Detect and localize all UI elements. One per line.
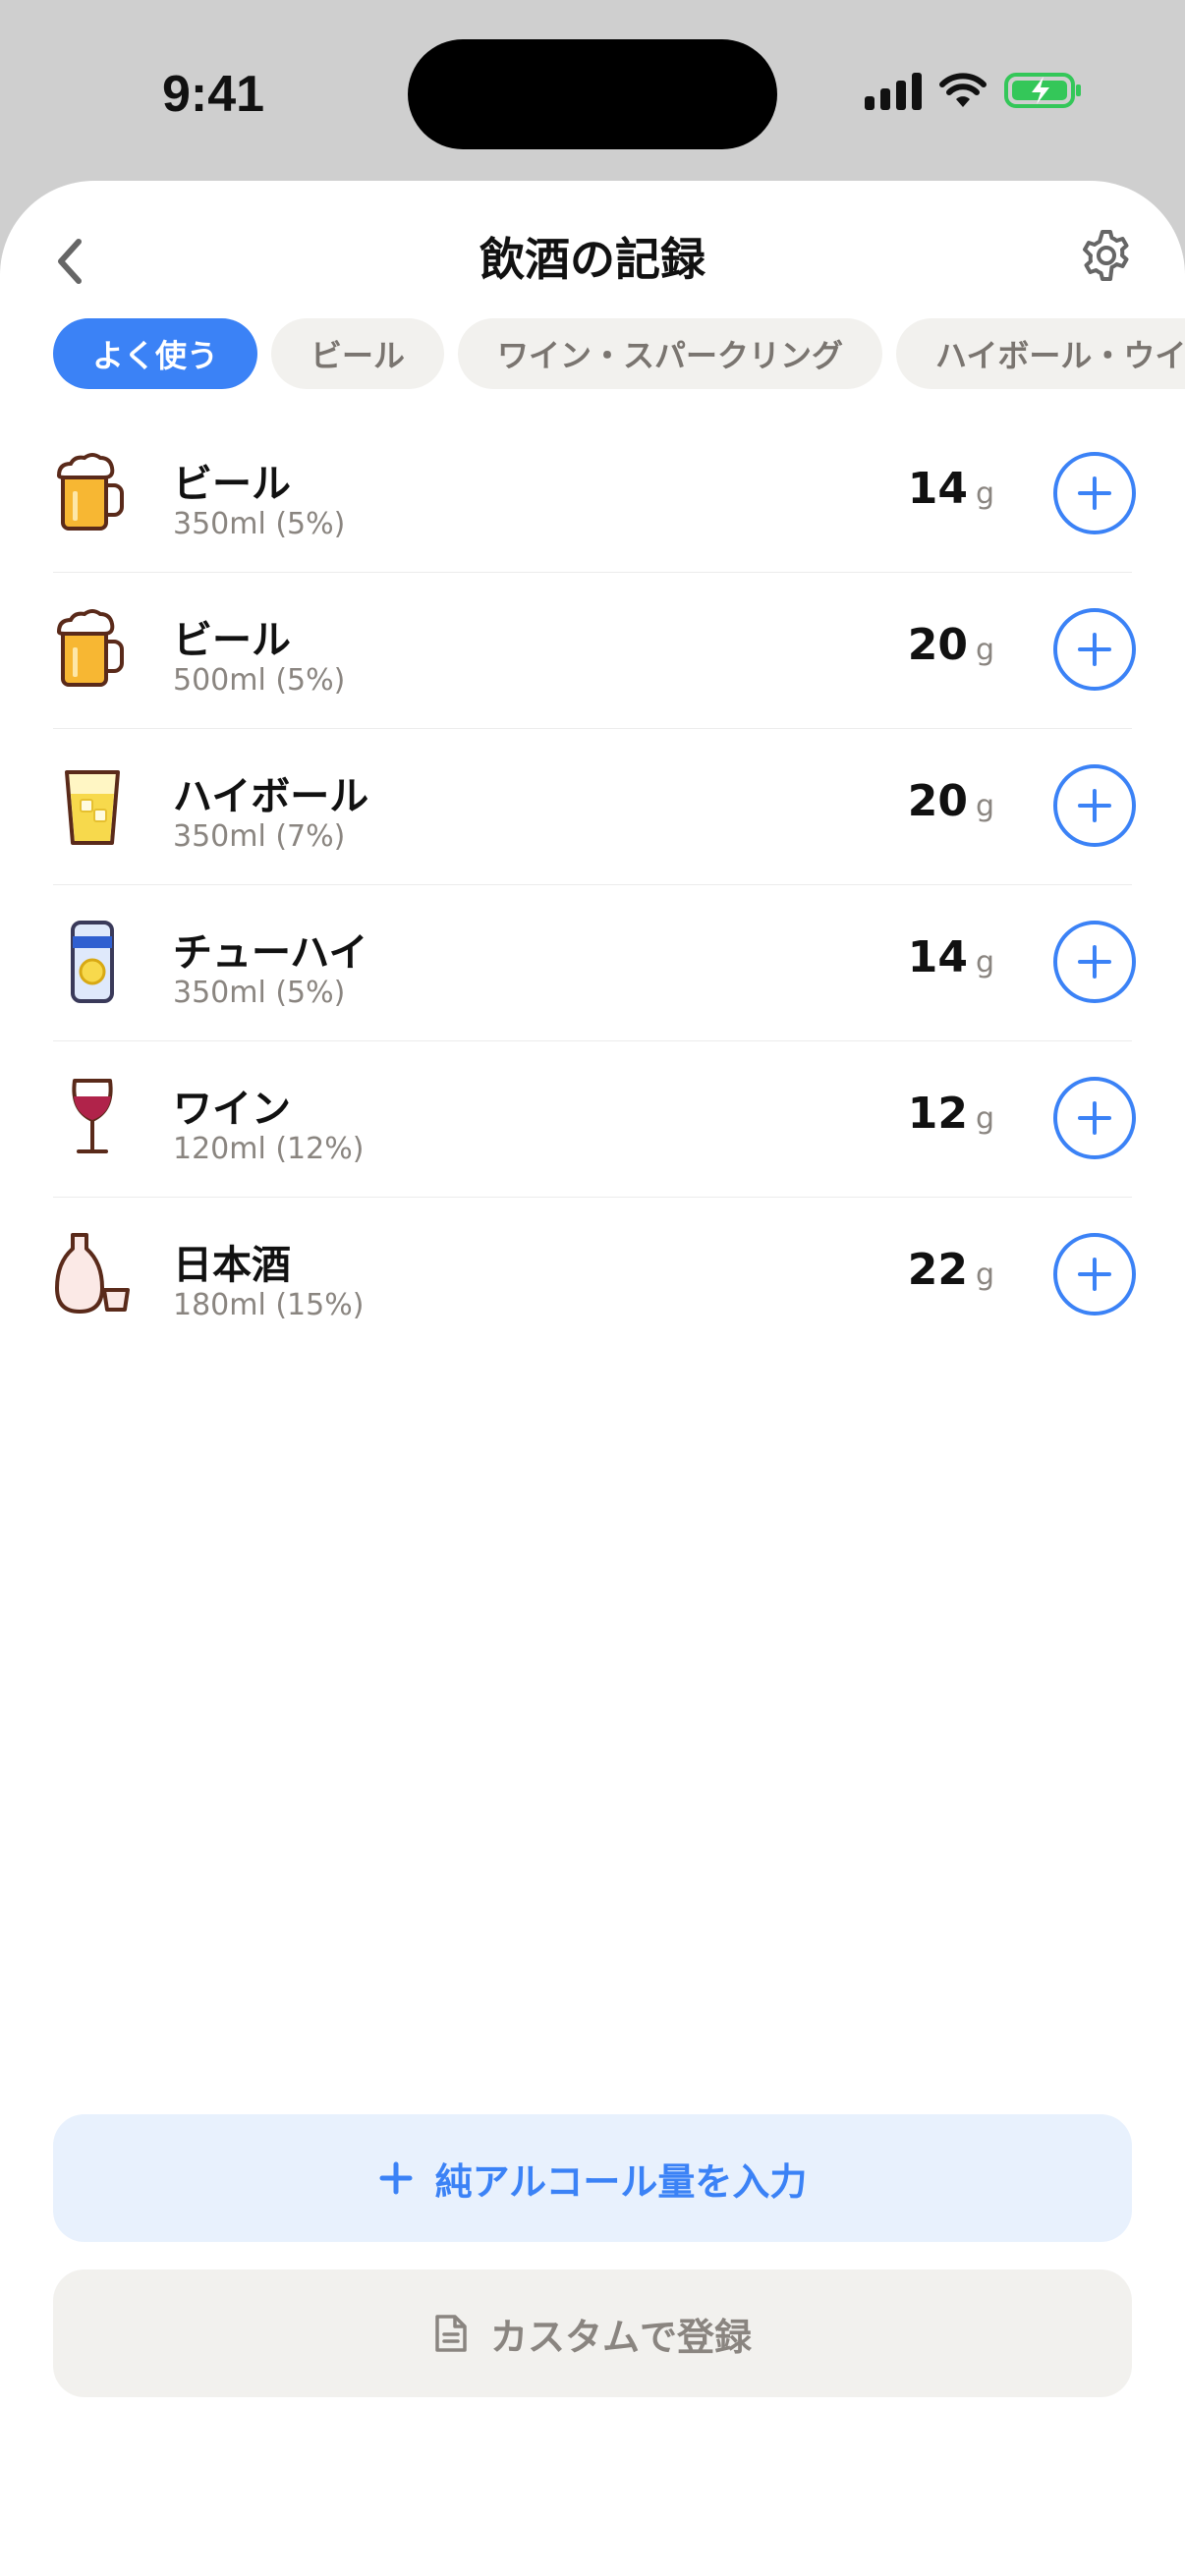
list-item: ビール 500ml (5%) 20 g: [53, 573, 1136, 729]
wine-glass-icon: [53, 1073, 132, 1161]
drink-list: ビール 350ml (5%) 14 g ビール 500ml (5%) 20 g …: [53, 417, 1136, 1354]
drink-name: ビール: [173, 462, 291, 507]
amount-unit: g: [975, 476, 994, 511]
drink-detail: 500ml (5%): [173, 663, 346, 698]
alcohol-amount: 20 g: [908, 620, 994, 670]
add-button[interactable]: [1053, 1077, 1136, 1159]
status-time: 9:41: [162, 66, 265, 123]
add-button[interactable]: [1053, 921, 1136, 1003]
drink-name: ワイン: [173, 1087, 291, 1132]
custom-register-label: カスタムで登録: [489, 2315, 752, 2359]
add-button[interactable]: [1053, 608, 1136, 691]
drink-detail: 350ml (5%): [173, 976, 346, 1010]
custom-register-button[interactable]: カスタムで登録: [53, 2269, 1132, 2397]
amount-unit: g: [975, 945, 994, 980]
tab-highball-whisky[interactable]: ハイボール・ウイ: [896, 318, 1185, 389]
amount-value: 12: [907, 1089, 968, 1139]
category-tabs: よく使う ビール ワイン・スパークリング ハイボール・ウイ: [53, 318, 1185, 393]
chuhai-can-icon: [53, 917, 132, 1005]
drink-name: 日本酒: [173, 1243, 291, 1288]
list-item: チューハイ 350ml (5%) 14 g: [53, 885, 1136, 1041]
page-title: 飲酒の記録: [480, 233, 705, 286]
add-button[interactable]: [1053, 452, 1136, 534]
wifi-icon: [939, 73, 987, 107]
status-icons: [865, 71, 1083, 110]
drink-name: ビール: [173, 618, 291, 663]
plus-icon: [379, 2161, 413, 2195]
drink-name: ハイボール: [173, 774, 369, 819]
drink-name: チューハイ: [173, 930, 368, 976]
drink-detail: 350ml (5%): [173, 507, 346, 541]
tab-beer[interactable]: ビール: [271, 318, 445, 389]
amount-unit: g: [975, 789, 994, 823]
alcohol-amount: 22 g: [908, 1245, 994, 1295]
amount-unit: g: [975, 1258, 994, 1292]
settings-button[interactable]: [1079, 228, 1134, 283]
tab-wine-sparkling[interactable]: ワイン・スパークリング: [458, 318, 883, 389]
highball-glass-icon: [53, 760, 132, 849]
cellular-signal-icon: [865, 71, 922, 110]
amount-value: 20: [907, 620, 968, 670]
record-sheet: 飲酒の記録 よく使う ビール ワイン・スパークリング ハイボール・ウイ ビール …: [0, 181, 1185, 2576]
amount-value: 20: [907, 776, 968, 826]
drink-detail: 180ml (15%): [173, 1288, 365, 1322]
beer-mug-icon: [53, 604, 132, 693]
list-item: ワイン 120ml (12%) 12 g: [53, 1041, 1136, 1198]
alcohol-amount: 14 g: [908, 932, 994, 982]
gear-icon: [1083, 230, 1129, 281]
tab-frequent[interactable]: よく使う: [53, 318, 258, 389]
list-item: ハイボール 350ml (7%) 20 g: [53, 729, 1136, 885]
document-icon: [435, 2315, 467, 2352]
amount-value: 22: [907, 1245, 968, 1295]
sake-bottle-icon: [53, 1229, 132, 1317]
dynamic-island: [408, 39, 777, 149]
list-item: ビール 350ml (5%) 14 g: [53, 417, 1136, 573]
enter-pure-alcohol-label: 純アルコール量を入力: [434, 2159, 808, 2204]
list-item: 日本酒 180ml (15%) 22 g: [53, 1198, 1136, 1354]
alcohol-amount: 20 g: [908, 776, 994, 826]
add-button[interactable]: [1053, 764, 1136, 847]
alcohol-amount: 12 g: [908, 1089, 994, 1139]
amount-unit: g: [975, 633, 994, 667]
amount-unit: g: [975, 1101, 994, 1136]
beer-mug-icon: [53, 448, 132, 536]
amount-value: 14: [907, 464, 968, 514]
drink-detail: 120ml (12%): [173, 1132, 365, 1166]
drink-detail: 350ml (7%): [173, 819, 346, 854]
alcohol-amount: 14 g: [908, 464, 994, 514]
add-button[interactable]: [1053, 1233, 1136, 1316]
enter-pure-alcohol-button[interactable]: 純アルコール量を入力: [53, 2114, 1132, 2242]
battery-charging-icon: [1004, 73, 1081, 108]
amount-value: 14: [907, 932, 968, 982]
screen: 9:41 飲酒の記録 よく使う ビール ワイン・スパークリング ハイボール・ウイ…: [0, 0, 1185, 2576]
